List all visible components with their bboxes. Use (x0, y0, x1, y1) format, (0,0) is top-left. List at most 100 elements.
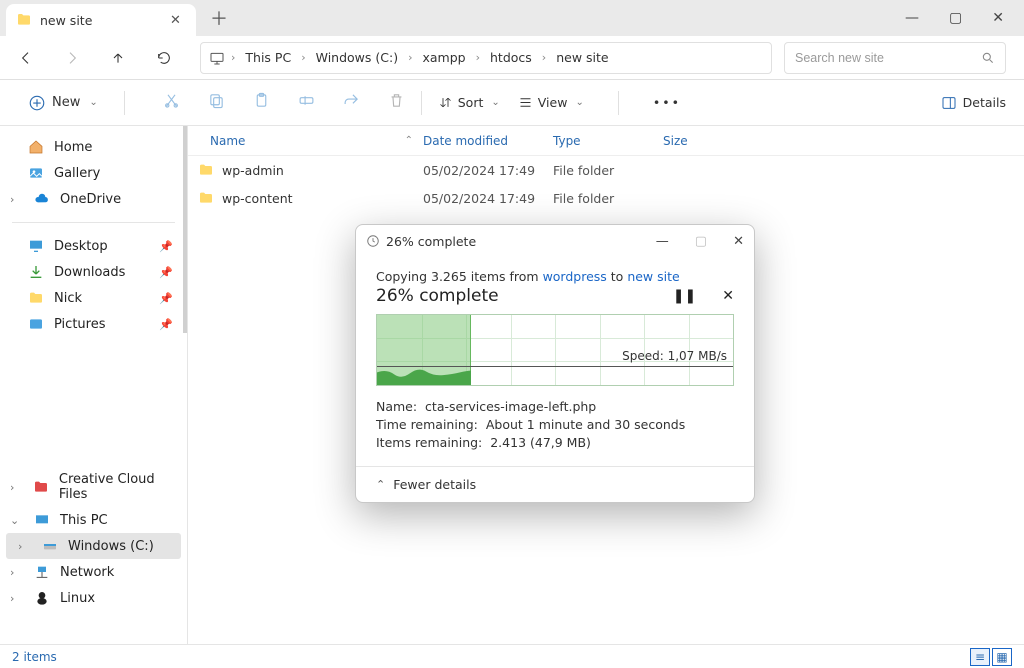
fewer-details-button[interactable]: ⌃ Fewer details (356, 466, 754, 502)
sidebar-item-onedrive[interactable]: › OneDrive (0, 186, 187, 212)
column-headers[interactable]: Name⌃ Date modified Type Size (188, 126, 1024, 156)
sort-view-group: Sort⌄ View⌄ ••• (438, 91, 681, 115)
file-row[interactable]: wp-admin 05/02/2024 17:49 File folder (188, 156, 1024, 184)
grid-view-button[interactable]: ▦ (992, 648, 1012, 666)
dst-link[interactable]: new site (627, 269, 679, 284)
search-input[interactable] (795, 51, 965, 65)
delete-button[interactable] (388, 92, 405, 113)
sidebar-item-creative-cloud[interactable]: › Creative Cloud Files (0, 467, 187, 507)
chevron-right-icon[interactable]: › (18, 540, 28, 553)
pin-icon: 📌 (159, 318, 173, 331)
titlebar: new site ✕ ＋ — ▢ ✕ (0, 0, 1024, 36)
copy-button[interactable] (208, 92, 225, 113)
maximize-button[interactable]: ▢ (949, 10, 962, 26)
rename-button[interactable] (298, 92, 315, 113)
sidebar-item-this-pc[interactable]: ⌄ This PC (0, 507, 187, 533)
window-tab[interactable]: new site ✕ (6, 4, 196, 36)
speed-graph: Speed: 1,07 MB/s (376, 314, 734, 386)
linux-icon (34, 590, 50, 606)
sidebar-item-network[interactable]: › Network (0, 559, 187, 585)
chevron-right-icon[interactable]: › (10, 193, 20, 206)
dialog-titlebar[interactable]: 26% complete — ▢ ✕ (356, 225, 754, 257)
scrollbar-thumb[interactable] (183, 126, 187, 333)
chevron-up-icon: ⌃ (376, 478, 385, 491)
sort-icon (438, 95, 453, 110)
navbar: › This PC› Windows (C:)› xampp› htdocs› … (0, 36, 1024, 80)
up-button[interactable] (110, 50, 126, 66)
clipboard-tools (163, 92, 405, 113)
col-size[interactable]: Size (663, 134, 723, 148)
sidebar-item-pictures[interactable]: Pictures📌 (0, 311, 187, 337)
pin-icon: 📌 (159, 240, 173, 253)
col-type[interactable]: Type (553, 134, 663, 148)
dialog-minimize-button[interactable]: — (656, 234, 669, 249)
status-bar: 2 items ≡ ▦ (0, 644, 1024, 668)
chevron-right-icon[interactable]: › (10, 566, 20, 579)
forward-button[interactable] (64, 50, 80, 66)
tab-close-button[interactable]: ✕ (170, 13, 186, 28)
toolbar: New ⌄ Sort⌄ View⌄ ••• Details (0, 80, 1024, 126)
share-button[interactable] (343, 92, 360, 113)
gallery-icon (28, 165, 44, 181)
dialog-maximize-button[interactable]: ▢ (695, 234, 707, 249)
chevron-right-icon[interactable]: › (10, 481, 19, 494)
col-name[interactable]: Name (210, 134, 245, 148)
desktop-icon (28, 238, 44, 254)
dialog-title: 26% complete (386, 234, 476, 249)
dialog-close-button[interactable]: ✕ (733, 234, 744, 249)
sidebar-item-linux[interactable]: › Linux (0, 585, 187, 611)
crumb[interactable]: new site (552, 50, 612, 65)
crumb[interactable]: xampp (418, 50, 469, 65)
minimize-button[interactable]: — (905, 10, 919, 26)
cut-button[interactable] (163, 92, 180, 113)
folder-icon (198, 190, 214, 206)
src-link[interactable]: wordpress (543, 269, 607, 284)
folder-icon (16, 12, 32, 28)
view-button[interactable]: View⌄ (518, 95, 584, 110)
drive-icon (42, 538, 58, 554)
sidebar-item-desktop[interactable]: Desktop📌 (0, 233, 187, 259)
sidebar-item-windows-c[interactable]: › Windows (C:) (6, 533, 181, 559)
cancel-button[interactable]: ✕ (722, 288, 734, 304)
search-box[interactable] (784, 42, 1006, 74)
sidebar-item-home[interactable]: Home (0, 134, 187, 160)
new-tab-button[interactable]: ＋ (210, 5, 228, 31)
sidebar-item-nick[interactable]: Nick📌 (0, 285, 187, 311)
pin-icon: 📌 (159, 292, 173, 305)
sidebar-item-downloads[interactable]: Downloads📌 (0, 259, 187, 285)
copy-progress-dialog: 26% complete — ▢ ✕ Copying 3.265 items f… (355, 224, 755, 503)
crumb[interactable]: This PC (241, 50, 295, 65)
item-count: 2 items (12, 650, 57, 664)
list-view-button[interactable]: ≡ (970, 648, 990, 666)
paste-button[interactable] (253, 92, 270, 113)
pin-icon: 📌 (159, 266, 173, 279)
crumb[interactable]: htdocs (486, 50, 536, 65)
chevron-right-icon[interactable]: › (10, 592, 20, 605)
search-icon (981, 51, 995, 65)
refresh-button[interactable] (156, 50, 172, 66)
window-controls: — ▢ ✕ (905, 10, 1024, 26)
more-button[interactable]: ••• (653, 95, 681, 110)
crumb[interactable]: Windows (C:) (312, 50, 402, 65)
breadcrumb[interactable]: › This PC› Windows (C:)› xampp› htdocs› … (200, 42, 772, 74)
sort-button[interactable]: Sort⌄ (438, 95, 500, 110)
download-icon (28, 264, 44, 280)
details-pane-button[interactable]: Details (941, 95, 1006, 111)
new-button[interactable]: New ⌄ (18, 89, 108, 117)
pc-icon (34, 512, 50, 528)
col-date[interactable]: Date modified (423, 134, 553, 148)
sidebar-item-gallery[interactable]: Gallery (0, 160, 187, 186)
pause-button[interactable]: ❚❚ (673, 288, 696, 304)
network-icon (34, 564, 50, 580)
details-icon (941, 95, 957, 111)
copy-description: Copying 3.265 items from wordpress to ne… (376, 269, 734, 284)
new-label: New (52, 95, 80, 110)
plus-circle-icon (28, 94, 46, 112)
back-button[interactable] (18, 50, 34, 66)
folder-icon (28, 290, 44, 306)
speed-curve (377, 367, 471, 385)
file-row[interactable]: wp-content 05/02/2024 17:49 File folder (188, 184, 1024, 212)
speed-label: Speed: 1,07 MB/s (622, 349, 727, 363)
chevron-down-icon[interactable]: ⌄ (10, 514, 20, 527)
close-button[interactable]: ✕ (992, 10, 1004, 26)
